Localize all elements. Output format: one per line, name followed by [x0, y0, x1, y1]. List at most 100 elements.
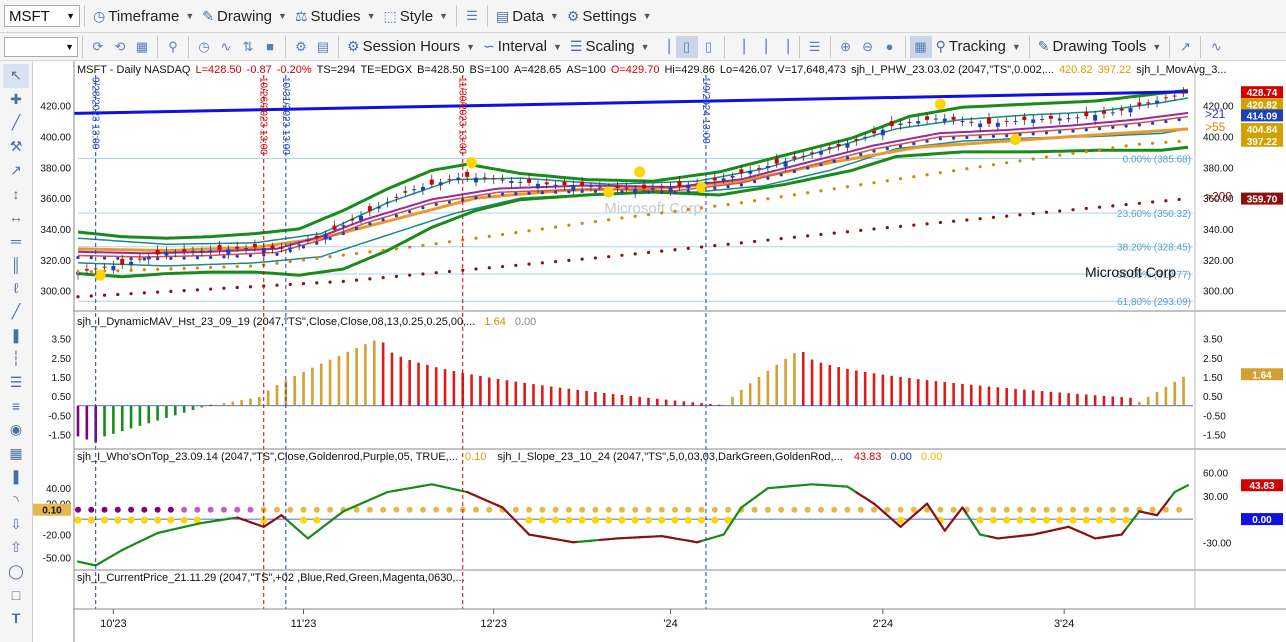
style-menu[interactable]: ⬚ Style ▼: [379, 4, 452, 28]
ohlc-icon[interactable]: ▕: [729, 36, 751, 58]
pitchfork-icon[interactable]: ℓ: [3, 276, 29, 300]
candle-chart-icon[interactable]: ▯: [675, 35, 698, 58]
ema21-dot: [859, 152, 863, 157]
ema21-dot: [1005, 134, 1009, 138]
dots55-dot: [527, 229, 531, 233]
data-icon: ▤: [496, 7, 510, 24]
compare-icon[interactable]: ⇅: [237, 36, 259, 58]
dots55-dot: [792, 193, 797, 197]
sma200-dot: [116, 292, 120, 297]
horizontal-line-icon[interactable]: ↔: [3, 206, 29, 230]
legend-field-9: O=429.70: [611, 64, 660, 76]
candle-body: [1137, 102, 1142, 106]
zoom-in-icon[interactable]: ⊕: [835, 36, 857, 58]
trend-icon[interactable]: ↗: [1174, 36, 1196, 58]
ma-inline-label-1: >55: [1205, 120, 1226, 134]
bar-chart-icon[interactable]: ▕: [654, 36, 676, 58]
data-window-icon[interactable]: ▦: [909, 35, 932, 58]
candle-body: [553, 184, 558, 186]
dots55-dot: [845, 185, 850, 189]
ema21-dot: [394, 214, 399, 218]
fib-extension-icon[interactable]: ≡: [3, 394, 29, 418]
parallel-icon[interactable]: ║: [3, 253, 29, 277]
vertical-lines-icon[interactable]: ❚: [3, 324, 29, 348]
spiral-icon[interactable]: ◉: [3, 418, 29, 442]
drawing-menu[interactable]: ✎ Drawing ▼: [198, 4, 291, 28]
hist-bar: [156, 405, 159, 421]
text-tool-icon[interactable]: T: [3, 607, 29, 631]
ema21-dot: [819, 163, 823, 167]
fib-icon[interactable]: ☰: [3, 371, 29, 395]
line-tool-icon[interactable]: ╱: [3, 300, 29, 324]
candle-body: [474, 177, 479, 183]
layout-icon[interactable]: ☰: [461, 5, 483, 27]
speed-lines-icon[interactable]: ❚: [3, 465, 29, 489]
wrench-icon[interactable]: ⚒: [3, 135, 29, 159]
arc-icon[interactable]: ◝: [3, 489, 29, 513]
ray-icon[interactable]: ↗: [3, 158, 29, 182]
bars-tool-icon[interactable]: ┆: [3, 347, 29, 371]
studies-menu[interactable]: ⚖ Studies ▼: [291, 4, 380, 28]
ema21-dot: [301, 245, 306, 249]
channel-icon[interactable]: ═: [3, 229, 29, 253]
arrow-up-icon[interactable]: ⇧: [3, 536, 29, 560]
whos-on-top-dot: [764, 506, 771, 513]
scroll-icon[interactable]: ●: [879, 36, 901, 58]
cursor-icon[interactable]: ↖: [3, 64, 29, 88]
gann-icon[interactable]: ▦: [3, 442, 29, 466]
candle-body: [270, 245, 275, 249]
drawing-tools-menu[interactable]: ✎ Drawing Tools ▼: [1034, 35, 1166, 59]
arrow-down-icon[interactable]: ⇩: [3, 512, 29, 536]
crosshair-icon[interactable]: ✚: [3, 88, 29, 112]
session-hours-menu[interactable]: ⚙ Session Hours ▼: [343, 35, 479, 59]
workspace-selector[interactable]: ▼: [4, 36, 78, 57]
trendline-icon[interactable]: ╱: [3, 111, 29, 135]
sma200-dot: [872, 227, 876, 231]
data-menu[interactable]: ▤ Data ▼: [492, 4, 563, 28]
line-chart-icon[interactable]: ▕: [773, 36, 795, 58]
price-badge-text-0: 428.74: [1247, 88, 1278, 99]
refresh-icon[interactable]: ⟳: [87, 36, 109, 58]
config-icon[interactable]: ⚙: [290, 36, 312, 58]
alert-icon[interactable]: ◷: [193, 36, 215, 58]
hlc-icon[interactable]: ▕: [751, 36, 773, 58]
ellipse-icon[interactable]: ◯: [3, 559, 29, 583]
chart-area[interactable]: 0.00% (385.68) 23.60% (350.32) 38.20% (328…: [33, 61, 1286, 642]
panes-icon[interactable]: ☰: [804, 36, 826, 58]
slope-negative-dot: [127, 516, 135, 524]
grid-icon[interactable]: ▦: [131, 36, 153, 58]
legend-field-16: sjh_I_MovAvg_3...: [1136, 64, 1226, 76]
candle-body: [995, 122, 1000, 127]
symbol-selector[interactable]: MSFT ▼: [4, 5, 80, 27]
template-icon[interactable]: ▤: [312, 36, 334, 58]
tracking-icon: ⚲: [935, 38, 946, 54]
arrows-icon[interactable]: ↕: [3, 182, 29, 206]
tracking-menu[interactable]: ⚲ Tracking ▼: [932, 35, 1025, 59]
whos-on-top-dot: [698, 506, 705, 513]
zoom-out-icon[interactable]: ⊖: [857, 36, 879, 58]
ema21-dot: [89, 256, 93, 260]
find-icon[interactable]: ⚲: [162, 36, 184, 58]
dots55-dot: [1018, 159, 1022, 163]
replay-icon[interactable]: ⟲: [109, 36, 131, 58]
candle-hollow-icon[interactable]: ▯: [698, 36, 720, 58]
dots55-dot: [301, 258, 306, 262]
dots55-dot: [394, 247, 399, 251]
settings-menu[interactable]: ⚙ Settings ▼: [563, 4, 656, 28]
candle-body: [359, 215, 364, 221]
hist-bar: [961, 383, 964, 406]
hist-bar: [629, 395, 633, 406]
timeframe-menu[interactable]: ◷ Timeframe ▼: [89, 4, 198, 28]
rectangle-icon[interactable]: □: [3, 583, 29, 607]
candle-body: [120, 258, 125, 265]
scan-icon[interactable]: ■: [259, 36, 281, 58]
scaling-menu[interactable]: ☰ Scaling ▼: [566, 35, 654, 59]
sma200-dot: [1005, 214, 1009, 218]
candle-body: [1048, 115, 1053, 119]
whos-on-top-dot: [1149, 506, 1156, 513]
indicator-icon[interactable]: ∿: [215, 36, 237, 58]
hist-bar: [213, 404, 217, 406]
interval-menu[interactable]: ∽ Interval ▼: [479, 35, 566, 59]
heartbeat-icon[interactable]: ∿: [1205, 36, 1227, 58]
whos-on-top-dot: [234, 506, 241, 513]
